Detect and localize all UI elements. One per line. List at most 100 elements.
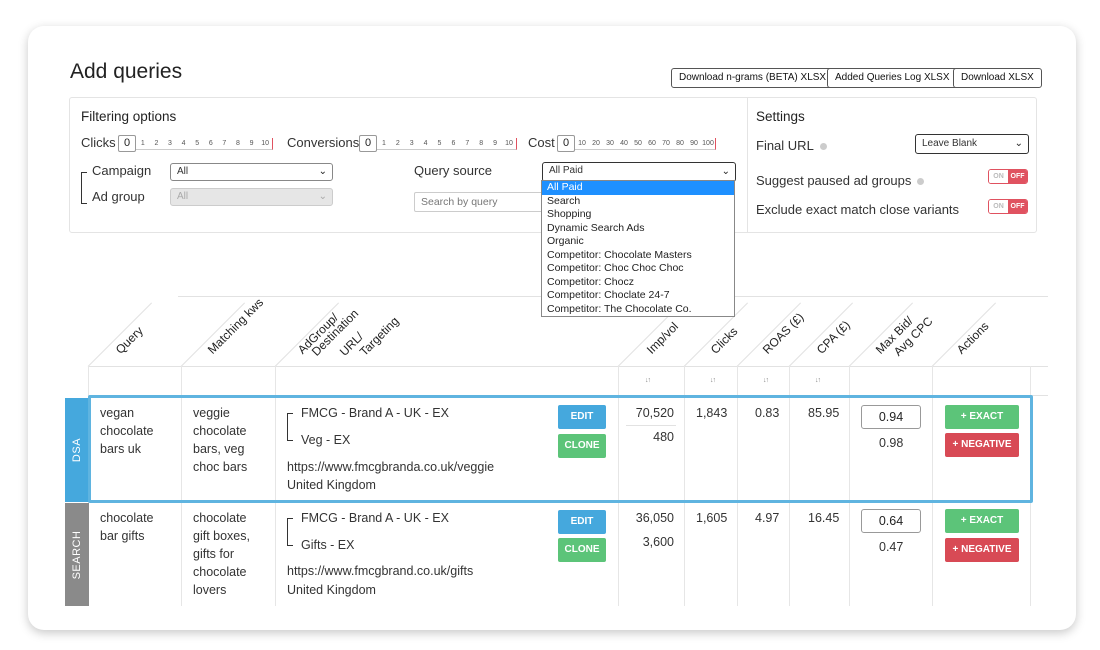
row-type-band-dsa: DSA bbox=[65, 398, 89, 502]
ad-group-cell: Veg - EX bbox=[301, 433, 351, 447]
query-source-option[interactable]: Competitor: Choclate 24-7 bbox=[542, 289, 734, 303]
cpa-cell: 16.45 bbox=[808, 511, 840, 525]
slider-tick-label: 60 bbox=[648, 139, 656, 147]
destination-url[interactable]: https://www.fmcgbrand.co.uk/gifts bbox=[287, 562, 473, 580]
query-source-option[interactable]: All Paid bbox=[542, 181, 734, 195]
campaign-select-value: All bbox=[177, 166, 189, 177]
edit-button[interactable]: EDIT bbox=[558, 405, 606, 429]
exclude-exact-label: Exclude exact match close variants bbox=[756, 202, 960, 217]
cost-slider-track[interactable]: 10 20 30 40 50 60 70 80 90 100 bbox=[575, 137, 716, 150]
tree-connector bbox=[287, 545, 293, 546]
matching-kws-cell: chocolate gift boxes, gifts for chocolat… bbox=[193, 509, 250, 599]
query-source-option[interactable]: Competitor: Chocolate Masters bbox=[542, 249, 734, 263]
volume-cell: 480 bbox=[653, 430, 674, 444]
clone-button[interactable]: CLONE bbox=[558, 434, 606, 458]
query-line: chocolate bbox=[100, 424, 154, 438]
max-bid-input[interactable]: 0.64 bbox=[861, 509, 921, 533]
matching-kws-cell: veggie chocolate bars, veg choc bars bbox=[193, 404, 247, 476]
conversions-slider-value: 0 bbox=[359, 135, 377, 152]
slider-tick-label: 8 bbox=[236, 139, 240, 147]
slider-tick-label: 2 bbox=[395, 139, 400, 147]
slider-tick-label: 100 bbox=[702, 139, 714, 147]
campaign-cell: FMCG - Brand A - UK - EX bbox=[301, 406, 449, 420]
campaign-label: Campaign bbox=[92, 163, 152, 178]
clone-button[interactable]: CLONE bbox=[558, 538, 606, 562]
cpa-cell: 85.95 bbox=[808, 406, 840, 420]
add-exact-button[interactable]: + EXACT bbox=[945, 509, 1019, 533]
tree-connector bbox=[287, 518, 288, 545]
query-source-label: Query source bbox=[414, 163, 493, 178]
edit-button[interactable]: EDIT bbox=[558, 510, 606, 534]
slider-tick-label: 10 bbox=[578, 139, 586, 147]
col-header-roas: ROAS (£) bbox=[759, 310, 807, 357]
add-negative-button[interactable]: + NEGATIVE bbox=[945, 538, 1019, 562]
slider-tick-label: 80 bbox=[676, 139, 684, 147]
slider-tick-label: 7 bbox=[465, 139, 470, 147]
query-source-option[interactable]: Search bbox=[542, 195, 734, 209]
final-url-select[interactable]: Leave Blank ⌄ bbox=[915, 134, 1029, 154]
conversions-slider-track[interactable]: 1 2 3 4 5 6 7 8 9 10 bbox=[377, 137, 517, 150]
query-source-option[interactable]: Dynamic Search Ads bbox=[542, 222, 734, 236]
exclude-exact-toggle[interactable]: ON OFF bbox=[988, 199, 1028, 214]
sort-icon[interactable]: ↓↑ bbox=[710, 377, 716, 384]
tree-connector bbox=[287, 518, 293, 519]
sort-icon[interactable]: ↓↑ bbox=[645, 377, 651, 384]
conversions-slider[interactable]: 0 1 2 3 4 5 6 7 8 9 10 bbox=[359, 135, 517, 152]
roas-cell: 0.83 bbox=[755, 406, 780, 420]
sort-icon[interactable]: ↓↑ bbox=[763, 377, 769, 384]
add-queries-card: Add queries Download n-grams (BETA) XLSX… bbox=[28, 26, 1076, 630]
slider-tick-label: 9 bbox=[493, 139, 498, 147]
slider-tick-label: 9 bbox=[249, 139, 254, 147]
query-source-option[interactable]: Competitor: Chocz bbox=[542, 276, 734, 290]
header-baseline bbox=[88, 366, 1048, 367]
query-cell: vegan chocolate bars uk bbox=[100, 404, 154, 458]
kws-line: gifts for bbox=[193, 547, 234, 561]
campaign-select[interactable]: All ⌄ bbox=[170, 163, 333, 181]
search-query-input[interactable]: Search by query bbox=[414, 192, 544, 212]
panel-divider bbox=[747, 98, 748, 232]
col-header-adgroup-4: Targeting bbox=[356, 313, 402, 359]
kws-line: chocolate bbox=[193, 511, 247, 525]
clicks-slider[interactable]: 0 1 2 3 4 5 6 7 8 9 10 bbox=[118, 135, 273, 152]
toggle-off-label: OFF bbox=[1008, 200, 1027, 213]
ad-group-select[interactable]: All ⌄ bbox=[170, 188, 333, 206]
tree-connector bbox=[287, 440, 293, 441]
query-source-option[interactable]: Competitor: Choc Choc Choc bbox=[542, 262, 734, 276]
suggest-paused-label: Suggest paused ad groups bbox=[756, 173, 925, 188]
slider-tick-label: 8 bbox=[479, 139, 484, 147]
query-line: vegan bbox=[100, 406, 135, 420]
suggest-paused-label-text: Suggest paused ad groups bbox=[756, 173, 912, 188]
download-ngrams-button[interactable]: Download n-grams (BETA) XLSX bbox=[671, 68, 835, 88]
max-bid-input[interactable]: 0.94 bbox=[861, 405, 921, 429]
targeting-country: United Kingdom bbox=[287, 478, 376, 492]
impressions-cell: 36,050 bbox=[635, 511, 674, 525]
slider-tick-label: 20 bbox=[592, 139, 600, 147]
add-negative-button[interactable]: + NEGATIVE bbox=[945, 433, 1019, 457]
query-source-select[interactable]: All Paid ⌄ bbox=[542, 162, 736, 182]
cost-slider[interactable]: 0 10 20 30 40 50 60 70 80 90 100 bbox=[557, 135, 716, 152]
info-icon[interactable] bbox=[819, 143, 827, 151]
add-exact-button[interactable]: + EXACT bbox=[945, 405, 1019, 429]
slider-tick-label: 3 bbox=[168, 139, 172, 147]
kws-line: chocolate bbox=[193, 565, 247, 579]
query-source-option[interactable]: Organic bbox=[542, 235, 734, 249]
slider-tick-label: 1 bbox=[381, 139, 386, 147]
sort-icon[interactable]: ↓↑ bbox=[815, 377, 821, 384]
conversions-filter-label: Conversions bbox=[287, 135, 360, 150]
suggest-paused-toggle[interactable]: ON OFF bbox=[988, 169, 1028, 184]
clicks-slider-track[interactable]: 1 2 3 4 5 6 7 8 9 10 bbox=[136, 137, 273, 150]
clicks-slider-value: 0 bbox=[118, 135, 136, 152]
kws-line: bars, veg bbox=[193, 442, 245, 456]
toggle-off-label: OFF bbox=[1008, 170, 1027, 183]
col-header-matching-kws: Matching kws bbox=[204, 295, 267, 357]
query-source-option[interactable]: Competitor: The Chocolate Co. bbox=[542, 303, 734, 317]
destination-url[interactable]: https://www.fmcgbranda.co.uk/veggie bbox=[287, 458, 494, 476]
info-icon[interactable] bbox=[917, 178, 925, 186]
page-title: Add queries bbox=[70, 60, 183, 83]
clicks-cell: 1,843 bbox=[696, 406, 728, 420]
final-url-label: Final URL bbox=[756, 138, 827, 153]
download-xlsx-button[interactable]: Download XLSX bbox=[953, 68, 1042, 88]
final-url-select-value: Leave Blank bbox=[922, 138, 978, 149]
download-added-queries-log-button[interactable]: Added Queries Log XLSX bbox=[827, 68, 958, 88]
query-source-option[interactable]: Shopping bbox=[542, 208, 734, 222]
